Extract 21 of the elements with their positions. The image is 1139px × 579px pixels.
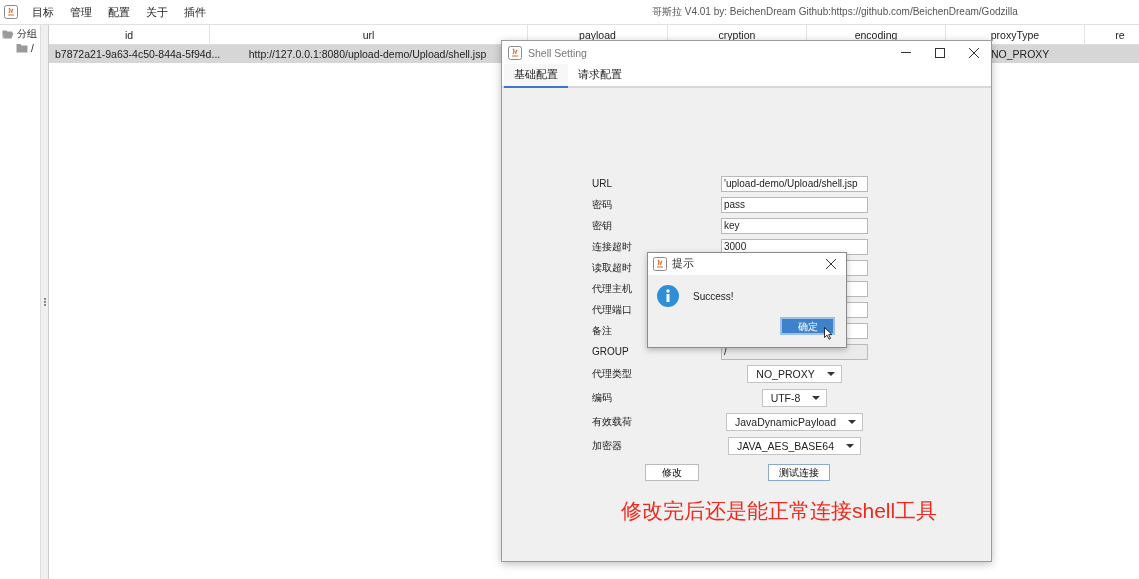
field-label: 读取超时 <box>592 260 632 275</box>
window-title: Shell Setting <box>528 46 587 59</box>
field-label: 有效载荷 <box>592 415 632 429</box>
field-label: 密码 <box>592 197 612 212</box>
field-label: 代理端口 <box>592 302 632 317</box>
field-label: 密钥 <box>592 218 612 233</box>
message-text: Success! <box>693 290 734 302</box>
field-label: 代理类型 <box>592 367 632 381</box>
table-cell: http://127.0.0.1:8080/upload-demo/Upload/shell.jsp <box>248 48 487 60</box>
field-label: 连接超时 <box>592 239 632 254</box>
field-label: 编码 <box>592 391 612 405</box>
table-cell: NO_PROXY <box>991 48 1050 60</box>
field-label: 代理主机 <box>592 281 632 296</box>
field-label: URL <box>592 178 612 189</box>
dialog-title: 提示 <box>672 257 694 271</box>
field-label: GROUP <box>592 346 629 357</box>
field-label: 加密器 <box>592 439 622 453</box>
app-title: 哥斯拉 V4.01 by: BeichenDream Github:https://github.com/BeichenDream/Godzilla <box>652 5 1018 19</box>
annotation-text: 修改完后还是能正常连接shell工具 <box>621 498 939 524</box>
table-cell: b7872a21-9a63-4c50-844a-5f94d... <box>55 48 221 60</box>
field-label: 备注 <box>592 323 612 338</box>
